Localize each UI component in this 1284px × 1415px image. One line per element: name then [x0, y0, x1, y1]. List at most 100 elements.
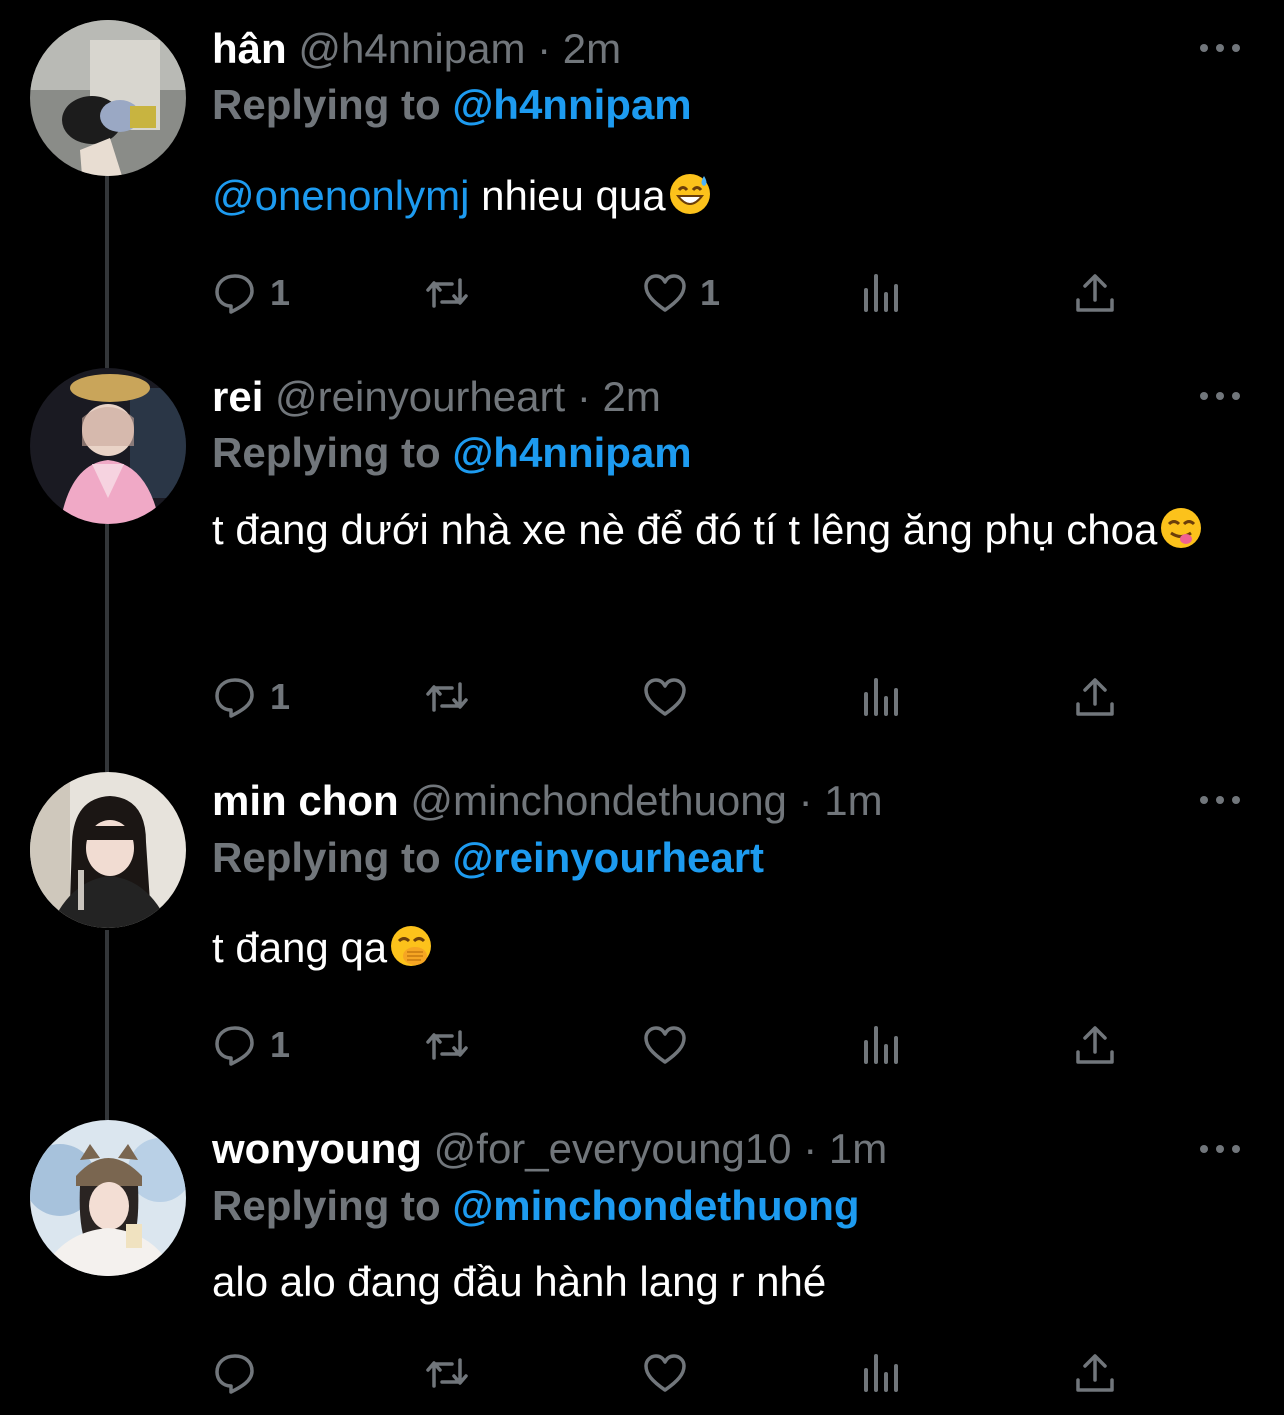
share-icon [1076, 678, 1114, 716]
tweet-text: t đang dưới nhà xe nè để đó tí t lêng ăn… [212, 494, 1252, 566]
avatar[interactable] [30, 1120, 186, 1276]
share-button[interactable] [1072, 1020, 1118, 1070]
analytics-icon [864, 678, 898, 716]
retweet-button[interactable] [424, 1020, 482, 1070]
replying-to-mention[interactable]: @minchondethuong [452, 1182, 859, 1229]
user-handle[interactable]: @minchondethuong [410, 777, 787, 824]
separator-dot: · [803, 1125, 818, 1172]
avatar[interactable] [30, 772, 186, 928]
like-button[interactable]: 1 [642, 268, 720, 318]
like-icon [644, 274, 686, 312]
replying-to: Replying to @h4nnipam [212, 80, 692, 130]
separator-dot: · [798, 777, 813, 824]
thread-line [105, 930, 109, 1120]
text-mention[interactable]: @onenonlymj [212, 172, 469, 219]
reply-count: 1 [270, 1024, 291, 1065]
reply-icon [215, 1354, 254, 1394]
tweet-text-content: t đang qa [212, 924, 388, 971]
tweet-header: wonyoung @for_everyoung10 · 1m [212, 1124, 887, 1174]
like-button[interactable] [642, 1348, 700, 1398]
timestamp[interactable]: 2m [563, 25, 621, 72]
like-count: 1 [700, 272, 721, 313]
thread-line [105, 524, 109, 772]
share-icon [1076, 274, 1114, 312]
replying-prefix: Replying to [212, 1182, 441, 1229]
replying-prefix: Replying to [212, 834, 441, 881]
retweet-button[interactable] [424, 268, 482, 318]
user-handle[interactable]: @h4nnipam [298, 25, 525, 72]
replying-prefix: Replying to [212, 429, 441, 476]
tweet-text-content: alo alo đang đầu hành lang r nhé [212, 1258, 827, 1305]
timestamp[interactable]: 1m [829, 1125, 887, 1172]
share-icon [1076, 1026, 1114, 1064]
replying-to-mention[interactable]: @h4nnipam [452, 81, 691, 128]
action-bar [212, 1348, 1132, 1398]
display-name[interactable]: hân [212, 25, 287, 72]
retweet-icon [426, 682, 468, 712]
analytics-button[interactable] [858, 268, 904, 318]
reply-icon [215, 1026, 254, 1066]
reply-count: 1 [270, 676, 291, 717]
tweet-text: t đang qa [212, 912, 1252, 984]
tweet-header: min chon @minchondethuong · 1m [212, 776, 883, 826]
like-icon [644, 1354, 686, 1392]
timestamp[interactable]: 1m [824, 777, 882, 824]
reply-button[interactable]: 1 [212, 672, 290, 722]
display-name[interactable]: rei [212, 373, 263, 420]
share-icon [1076, 1354, 1114, 1392]
replying-to: Replying to @reinyourheart [212, 833, 764, 883]
more-icon[interactable] [1200, 1139, 1240, 1159]
like-icon [644, 678, 686, 716]
analytics-icon [864, 1026, 898, 1064]
retweet-icon [426, 278, 468, 308]
analytics-button[interactable] [858, 1020, 904, 1070]
replying-prefix: Replying to [212, 81, 441, 128]
separator-dot: · [537, 25, 552, 72]
avatar[interactable] [30, 20, 186, 176]
action-bar: 1 [212, 1020, 1132, 1070]
retweet-button[interactable] [424, 672, 482, 722]
hand-over-mouth-emoji [391, 926, 432, 966]
like-button[interactable] [642, 672, 700, 722]
reply-button[interactable] [212, 1348, 270, 1398]
reply-icon [215, 274, 254, 314]
replying-to: Replying to @minchondethuong [212, 1181, 860, 1231]
user-handle[interactable]: @for_everyoung10 [434, 1125, 792, 1172]
share-button[interactable] [1072, 672, 1118, 722]
like-icon [644, 1026, 686, 1064]
thread-line [105, 176, 109, 368]
more-icon[interactable] [1200, 790, 1240, 810]
tweet-header: rei @reinyourheart · 2m [212, 372, 661, 422]
analytics-button[interactable] [858, 672, 904, 722]
yum-emoji [1161, 508, 1202, 548]
like-button[interactable] [642, 1020, 700, 1070]
action-bar: 1 [212, 672, 1132, 722]
tweet-text-content: nhieu qua [469, 172, 666, 219]
reply-icon [215, 678, 254, 718]
more-icon[interactable] [1200, 386, 1240, 406]
share-button[interactable] [1072, 268, 1118, 318]
analytics-icon [864, 274, 898, 312]
reply-count: 1 [270, 272, 291, 313]
tweet-text-content: t đang dưới nhà xe nè để đó tí t lêng ăn… [212, 506, 1158, 553]
grinning-sweat-emoji [669, 174, 710, 214]
action-bar: 1 1 [212, 268, 1132, 318]
avatar[interactable] [30, 368, 186, 524]
user-handle[interactable]: @reinyourheart [275, 373, 565, 420]
display-name[interactable]: min chon [212, 777, 399, 824]
display-name[interactable]: wonyoung [212, 1125, 422, 1172]
tweet-header: hân @h4nnipam · 2m [212, 24, 621, 74]
reply-button[interactable]: 1 [212, 268, 290, 318]
analytics-button[interactable] [858, 1348, 904, 1398]
replying-to-mention[interactable]: @h4nnipam [452, 429, 691, 476]
analytics-icon [864, 1354, 898, 1392]
timestamp[interactable]: 2m [603, 373, 661, 420]
reply-button[interactable]: 1 [212, 1020, 290, 1070]
share-button[interactable] [1072, 1348, 1118, 1398]
tweet-text: alo alo đang đầu hành lang r nhé [212, 1246, 1252, 1318]
replying-to: Replying to @h4nnipam [212, 428, 692, 478]
tweet-text: @onenonlymj nhieu qua [212, 160, 1252, 232]
replying-to-mention[interactable]: @reinyourheart [452, 834, 764, 881]
retweet-button[interactable] [424, 1348, 482, 1398]
more-icon[interactable] [1200, 38, 1240, 58]
